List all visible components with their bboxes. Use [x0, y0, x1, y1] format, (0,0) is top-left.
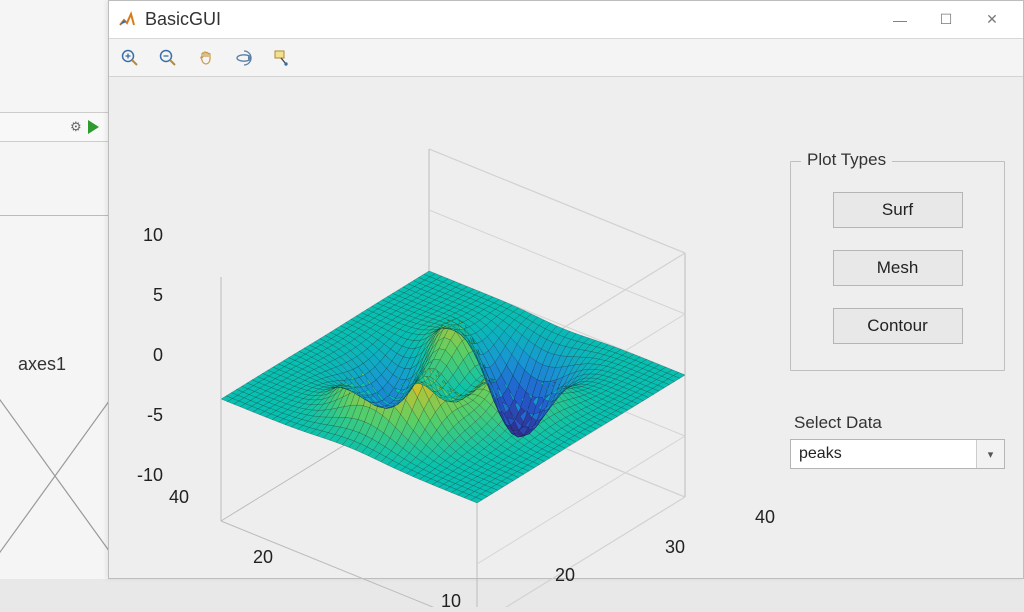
maximize-icon: ☐: [940, 11, 953, 28]
axes-3d[interactable]: 10 5 0 -5 -10 40 20 40 30 20 10: [123, 137, 773, 607]
close-button[interactable]: ✕: [969, 1, 1015, 39]
figure-content: 10 5 0 -5 -10 40 20 40 30 20 10 Plot Typ…: [109, 77, 1023, 578]
window-title: BasicGUI: [145, 9, 221, 30]
figure-window: BasicGUI — ☐ ✕: [108, 0, 1024, 579]
contour-button[interactable]: Contour: [833, 308, 963, 344]
run-icon[interactable]: [88, 120, 99, 134]
x-tick: 20: [555, 565, 575, 586]
z-tick: 5: [153, 285, 163, 306]
align-icon[interactable]: ⚙: [70, 119, 82, 135]
matlab-app-icon: [117, 10, 137, 30]
axes-placeholder-label: axes1: [18, 354, 66, 375]
close-icon: ✕: [986, 11, 998, 28]
chevron-down-icon: ▾: [976, 440, 1004, 468]
figure-toolbar: ↖: [109, 39, 1023, 77]
plot-types-groupbox: Plot Types Surf Mesh Contour: [790, 161, 1005, 371]
zoom-in-button[interactable]: [115, 43, 145, 73]
pan-button[interactable]: [191, 43, 221, 73]
z-tick: -10: [137, 465, 163, 486]
select-data-value: peaks: [791, 445, 976, 463]
select-data-label: Select Data: [794, 413, 1005, 433]
mesh-button[interactable]: Mesh: [833, 250, 963, 286]
z-tick: 10: [143, 225, 163, 246]
data-cursor-button[interactable]: [267, 43, 297, 73]
z-tick: 0: [153, 345, 163, 366]
guide-editor-background: ⚙ axes1: [0, 0, 120, 579]
right-panel: Plot Types Surf Mesh Contour Select Data…: [790, 161, 1005, 469]
rotate3d-button[interactable]: [229, 43, 259, 73]
editor-toolbar: ⚙: [0, 112, 120, 142]
x-tick: 10: [441, 591, 461, 612]
minimize-button[interactable]: —: [877, 1, 923, 39]
select-data-dropdown[interactable]: peaks ▾: [790, 439, 1005, 469]
axes-placeholder-cross-icon: [0, 386, 120, 566]
surf-button[interactable]: Surf: [833, 192, 963, 228]
z-tick: -5: [147, 405, 163, 426]
data-cursor-icon: [272, 48, 292, 68]
pan-hand-icon: [196, 48, 216, 68]
minimize-icon: —: [893, 12, 907, 28]
zoom-out-icon: [158, 48, 178, 68]
zoom-in-icon: [120, 48, 140, 68]
editor-axes-placeholder: axes1: [0, 215, 115, 515]
group-title: Plot Types: [801, 150, 892, 170]
x-tick: 40: [755, 507, 775, 528]
y-tick: 40: [169, 487, 189, 508]
maximize-button[interactable]: ☐: [923, 1, 969, 39]
y-tick: 20: [253, 547, 273, 568]
rotate3d-icon: [234, 48, 254, 68]
zoom-out-button[interactable]: [153, 43, 183, 73]
x-tick: 30: [665, 537, 685, 558]
titlebar: BasicGUI — ☐ ✕: [109, 1, 1023, 39]
